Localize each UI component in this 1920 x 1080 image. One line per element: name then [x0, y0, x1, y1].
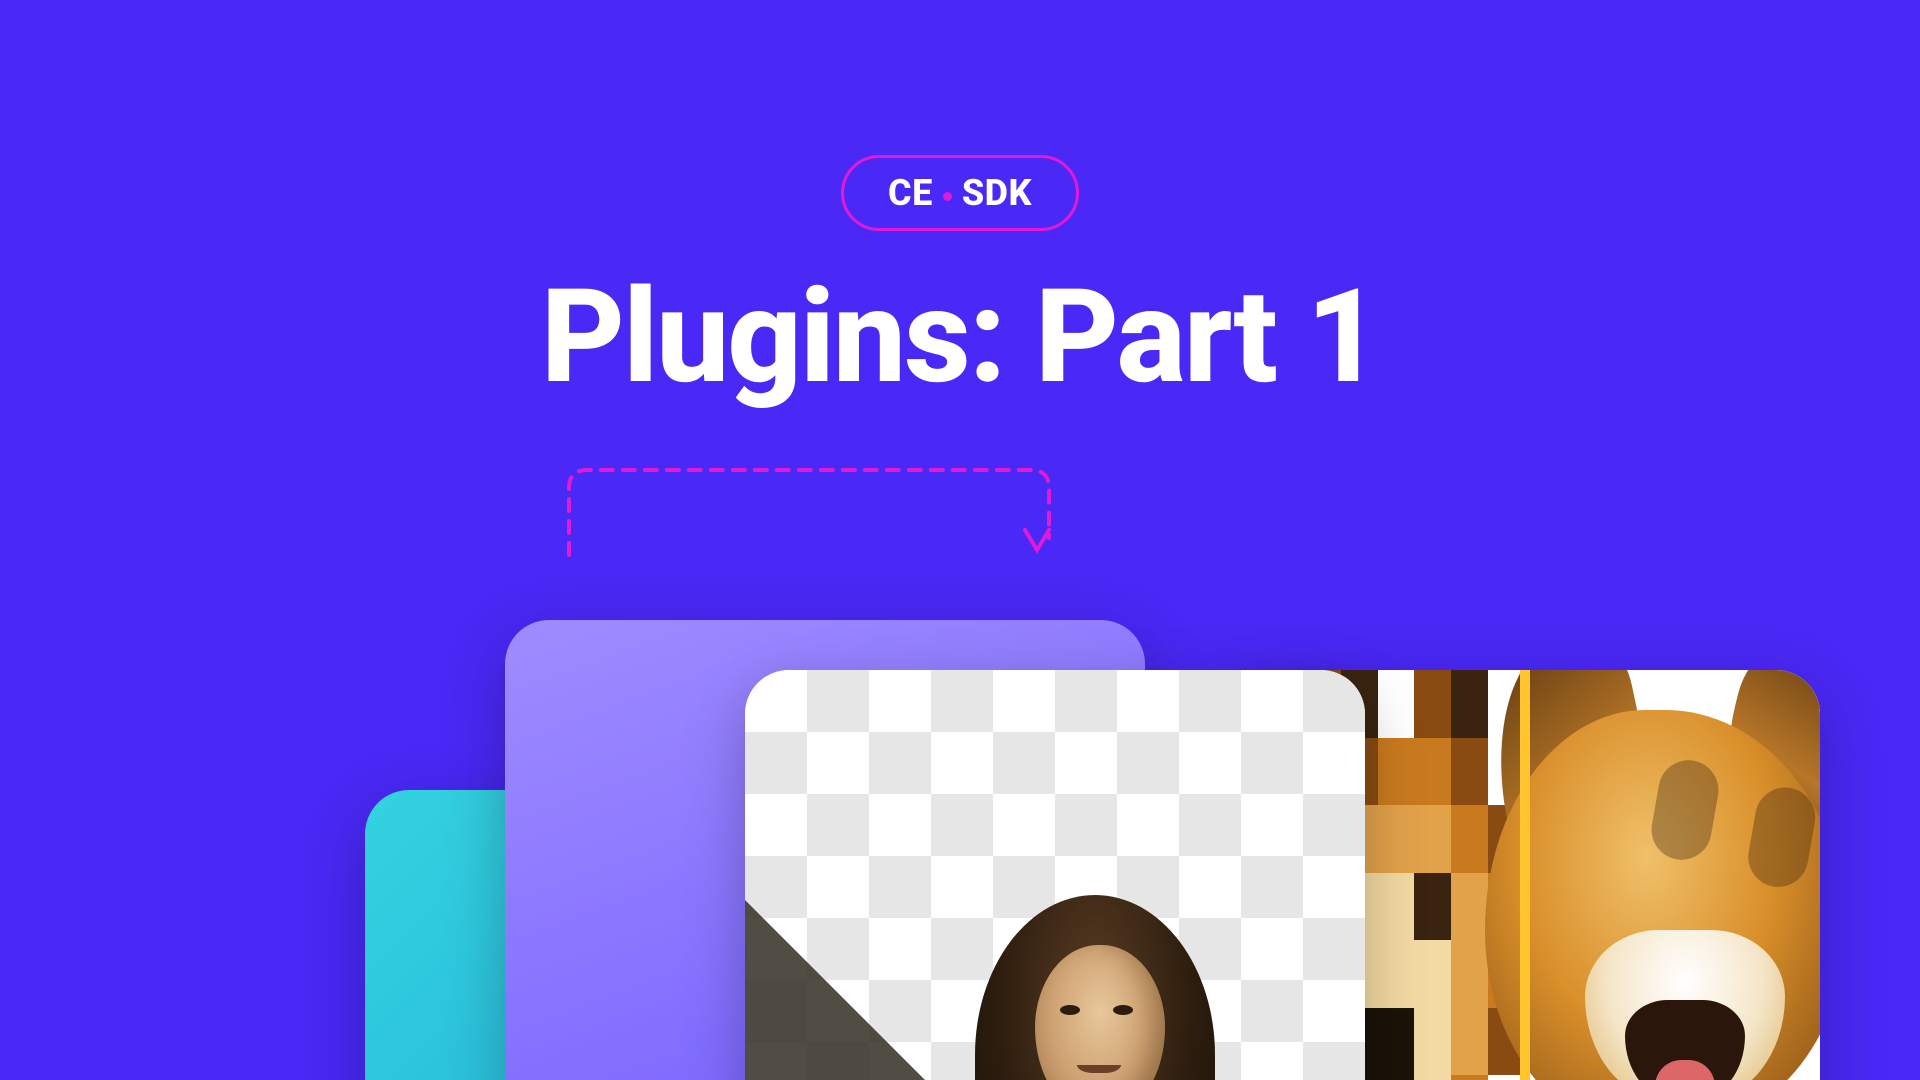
compare-divider[interactable]	[1520, 670, 1530, 1080]
badge-dot-icon	[943, 192, 952, 201]
page-title: Plugins: Part 1	[541, 260, 1379, 413]
card-portrait-transparent	[745, 670, 1365, 1080]
product-badge: CE SDK	[841, 155, 1079, 231]
badge-left: CE	[888, 172, 933, 214]
compare-right-smooth	[1525, 670, 1820, 1080]
badge-right: SDK	[962, 172, 1032, 214]
portrait-subject	[935, 850, 1255, 1080]
card-stack	[0, 460, 1920, 1080]
